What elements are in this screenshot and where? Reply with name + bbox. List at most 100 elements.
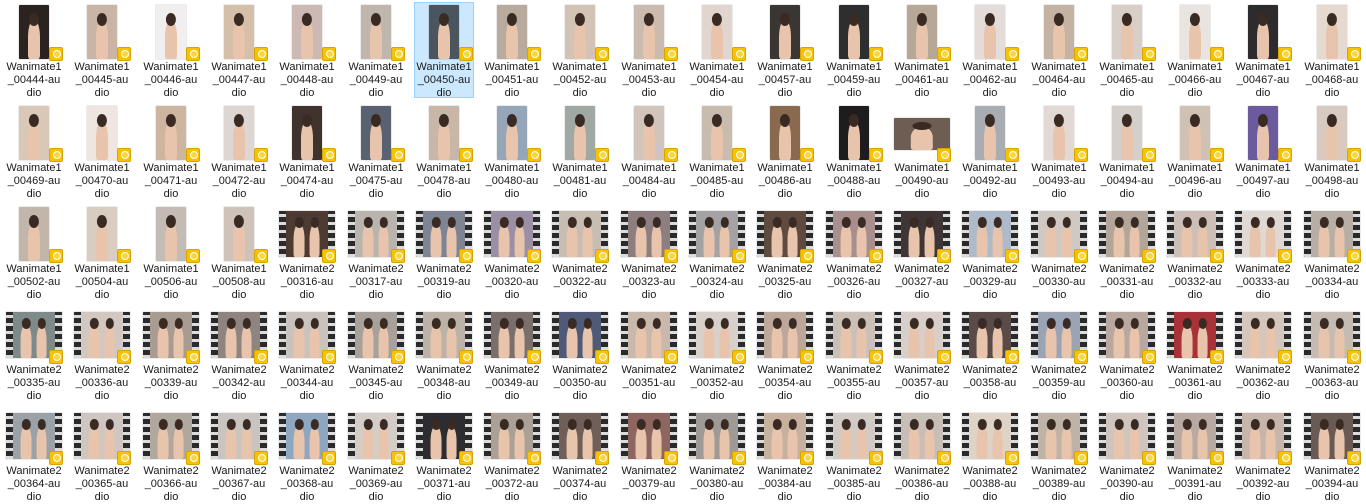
file-item[interactable]: Wanimate1_00459-audio xyxy=(824,2,884,99)
file-item[interactable]: Wanimate1_00446-audio xyxy=(141,2,201,99)
file-item[interactable]: Wanimate2_00360-audio xyxy=(1097,305,1157,402)
file-item[interactable]: Wanimate2_00358-audio xyxy=(960,305,1020,402)
file-item[interactable]: Wanimate2_00336-audio xyxy=(72,305,132,402)
file-item[interactable]: Wanimate2_00366-audio xyxy=(141,406,201,503)
file-item[interactable]: Wanimate1_00496-audio xyxy=(1165,103,1225,200)
file-item[interactable]: Wanimate2_00385-audio xyxy=(824,406,884,503)
file-item[interactable]: Wanimate2_00390-audio xyxy=(1097,406,1157,503)
file-item[interactable]: Wanimate2_00351-audio xyxy=(619,305,679,402)
file-item[interactable]: Wanimate1_00462-audio xyxy=(960,2,1020,99)
file-item[interactable]: Wanimate2_00379-audio xyxy=(619,406,679,503)
file-item[interactable]: Wanimate1_00504-audio xyxy=(72,204,132,301)
file-item[interactable]: Wanimate1_00444-audio xyxy=(4,2,64,99)
file-item[interactable]: Wanimate2_00371-audio xyxy=(414,406,474,503)
file-item[interactable]: Wanimate2_00365-audio xyxy=(72,406,132,503)
file-item[interactable]: Wanimate2_00325-audio xyxy=(755,204,815,301)
file-item[interactable]: Wanimate2_00357-audio xyxy=(892,305,952,402)
file-item[interactable]: Wanimate2_00355-audio xyxy=(824,305,884,402)
file-item[interactable]: Wanimate1_00469-audio xyxy=(4,103,64,200)
file-item[interactable]: Wanimate2_00323-audio xyxy=(619,204,679,301)
file-item[interactable]: Wanimate1_00447-audio xyxy=(209,2,269,99)
file-item[interactable]: Wanimate1_00497-audio xyxy=(1233,103,1293,200)
file-item[interactable]: Wanimate1_00490-audio xyxy=(892,103,952,200)
file-item[interactable]: Wanimate2_00372-audio xyxy=(482,406,542,503)
file-item[interactable]: Wanimate2_00324-audio xyxy=(687,204,747,301)
file-item[interactable]: Wanimate1_00498-audio xyxy=(1302,103,1362,200)
file-item[interactable]: Wanimate2_00367-audio xyxy=(209,406,269,503)
file-item[interactable]: Wanimate1_00492-audio xyxy=(960,103,1020,200)
file-item[interactable]: Wanimate1_00449-audio xyxy=(346,2,406,99)
file-item[interactable]: Wanimate1_00472-audio xyxy=(209,103,269,200)
file-item[interactable]: Wanimate1_00508-audio xyxy=(209,204,269,301)
file-item[interactable]: Wanimate2_00389-audio xyxy=(1029,406,1089,503)
file-item[interactable]: Wanimate1_00466-audio xyxy=(1165,2,1225,99)
file-item[interactable]: Wanimate1_00485-audio xyxy=(687,103,747,200)
file-item[interactable]: Wanimate2_00331-audio xyxy=(1097,204,1157,301)
file-item[interactable]: Wanimate1_00494-audio xyxy=(1097,103,1157,200)
file-item[interactable]: Wanimate1_00481-audio xyxy=(550,103,610,200)
file-item[interactable]: Wanimate1_00480-audio xyxy=(482,103,542,200)
file-item[interactable]: Wanimate2_00317-audio xyxy=(346,204,406,301)
file-item[interactable]: Wanimate1_00502-audio xyxy=(4,204,64,301)
file-item[interactable]: Wanimate1_00454-audio xyxy=(687,2,747,99)
file-item[interactable]: Wanimate2_00350-audio xyxy=(550,305,610,402)
file-item[interactable]: Wanimate2_00364-audio xyxy=(4,406,64,503)
file-item[interactable]: Wanimate2_00344-audio xyxy=(277,305,337,402)
file-item[interactable]: Wanimate2_00330-audio xyxy=(1029,204,1089,301)
file-item[interactable]: Wanimate2_00380-audio xyxy=(687,406,747,503)
file-item[interactable]: Wanimate1_00470-audio xyxy=(72,103,132,200)
file-item[interactable]: Wanimate1_00506-audio xyxy=(141,204,201,301)
file-item[interactable]: Wanimate2_00362-audio xyxy=(1233,305,1293,402)
file-item[interactable]: Wanimate1_00450-audio xyxy=(414,2,474,99)
file-item[interactable]: Wanimate2_00361-audio xyxy=(1165,305,1225,402)
file-item[interactable]: Wanimate2_00333-audio xyxy=(1233,204,1293,301)
file-item[interactable]: Wanimate1_00493-audio xyxy=(1029,103,1089,200)
file-item[interactable]: Wanimate2_00334-audio xyxy=(1302,204,1362,301)
file-item[interactable]: Wanimate1_00475-audio xyxy=(346,103,406,200)
file-item[interactable]: Wanimate1_00474-audio xyxy=(277,103,337,200)
file-item[interactable]: Wanimate2_00368-audio xyxy=(277,406,337,503)
file-item[interactable]: Wanimate1_00478-audio xyxy=(414,103,474,200)
file-item[interactable]: Wanimate2_00391-audio xyxy=(1165,406,1225,503)
file-item[interactable]: Wanimate1_00486-audio xyxy=(755,103,815,200)
file-item[interactable]: Wanimate1_00465-audio xyxy=(1097,2,1157,99)
file-item[interactable]: Wanimate2_00345-audio xyxy=(346,305,406,402)
file-item[interactable]: Wanimate1_00448-audio xyxy=(277,2,337,99)
file-item[interactable]: Wanimate2_00354-audio xyxy=(755,305,815,402)
file-item[interactable]: Wanimate2_00348-audio xyxy=(414,305,474,402)
file-item[interactable]: Wanimate2_00363-audio xyxy=(1302,305,1362,402)
file-item[interactable]: Wanimate1_00461-audio xyxy=(892,2,952,99)
file-item[interactable]: Wanimate1_00488-audio xyxy=(824,103,884,200)
file-item[interactable]: Wanimate2_00320-audio xyxy=(482,204,542,301)
file-item[interactable]: Wanimate2_00339-audio xyxy=(141,305,201,402)
file-item[interactable]: Wanimate1_00452-audio xyxy=(550,2,610,99)
file-item[interactable]: Wanimate2_00327-audio xyxy=(892,204,952,301)
file-item[interactable]: Wanimate2_00386-audio xyxy=(892,406,952,503)
file-item[interactable]: Wanimate2_00342-audio xyxy=(209,305,269,402)
file-item[interactable]: Wanimate2_00329-audio xyxy=(960,204,1020,301)
file-item[interactable]: Wanimate2_00319-audio xyxy=(414,204,474,301)
file-item[interactable]: Wanimate1_00453-audio xyxy=(619,2,679,99)
file-item[interactable]: Wanimate1_00467-audio xyxy=(1233,2,1293,99)
file-item[interactable]: Wanimate2_00374-audio xyxy=(550,406,610,503)
file-item[interactable]: Wanimate2_00349-audio xyxy=(482,305,542,402)
file-item[interactable]: Wanimate2_00369-audio xyxy=(346,406,406,503)
file-item[interactable]: Wanimate2_00392-audio xyxy=(1233,406,1293,503)
file-item[interactable]: Wanimate2_00316-audio xyxy=(277,204,337,301)
file-item[interactable]: Wanimate1_00451-audio xyxy=(482,2,542,99)
file-item[interactable]: Wanimate2_00359-audio xyxy=(1029,305,1089,402)
file-item[interactable]: Wanimate1_00464-audio xyxy=(1029,2,1089,99)
file-item[interactable]: Wanimate2_00384-audio xyxy=(755,406,815,503)
file-item[interactable]: Wanimate1_00457-audio xyxy=(755,2,815,99)
file-item[interactable]: Wanimate2_00326-audio xyxy=(824,204,884,301)
file-item[interactable]: Wanimate1_00484-audio xyxy=(619,103,679,200)
file-item[interactable]: Wanimate2_00352-audio xyxy=(687,305,747,402)
file-item[interactable]: Wanimate1_00471-audio xyxy=(141,103,201,200)
file-item[interactable]: Wanimate2_00394-audio xyxy=(1302,406,1362,503)
file-item[interactable]: Wanimate2_00322-audio xyxy=(550,204,610,301)
file-item[interactable]: Wanimate2_00332-audio xyxy=(1165,204,1225,301)
file-item[interactable]: Wanimate2_00335-audio xyxy=(4,305,64,402)
file-item[interactable]: Wanimate2_00388-audio xyxy=(960,406,1020,503)
file-item[interactable]: Wanimate1_00445-audio xyxy=(72,2,132,99)
file-item[interactable]: Wanimate1_00468-audio xyxy=(1302,2,1362,99)
